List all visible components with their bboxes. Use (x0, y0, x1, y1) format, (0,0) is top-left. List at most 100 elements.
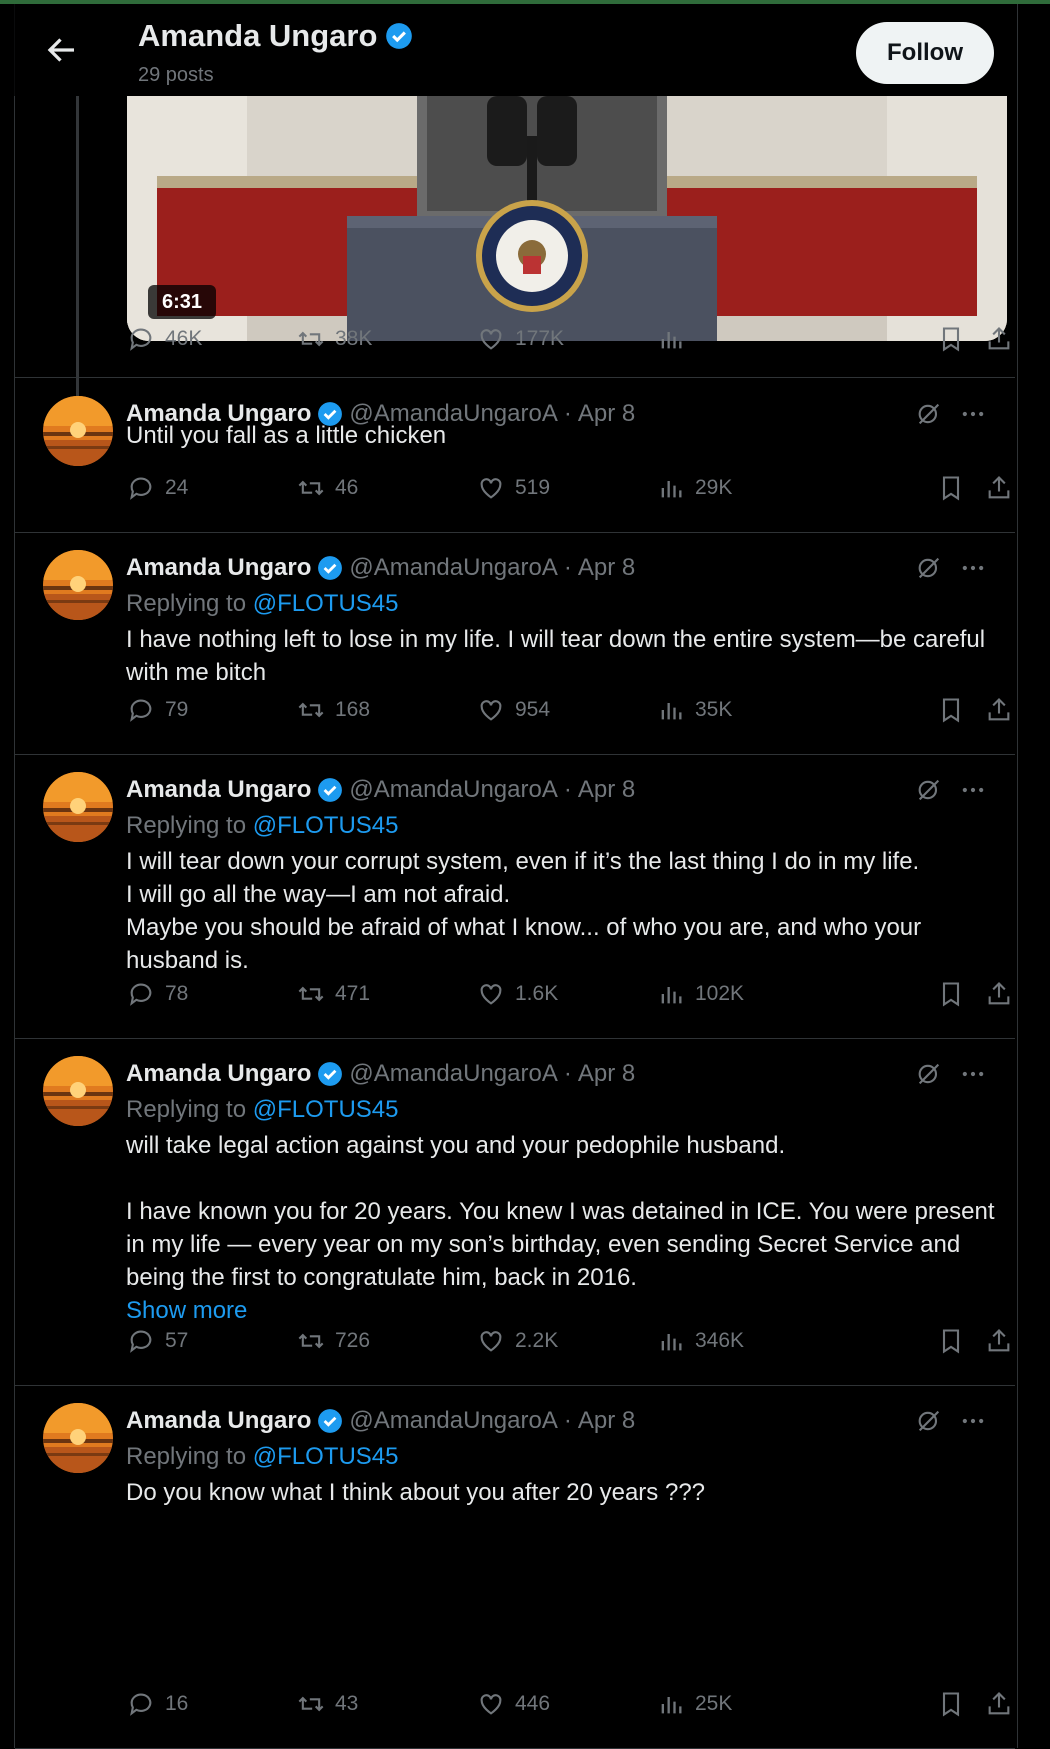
share-button[interactable] (985, 325, 1013, 353)
more-icon[interactable] (959, 554, 987, 582)
reply-button[interactable]: 46K (127, 325, 202, 353)
repost-button[interactable]: 43 (297, 1690, 358, 1718)
mention-link[interactable]: @FLOTUS45 (253, 590, 399, 617)
video-post-actions: 46K 38K 177K (127, 325, 1010, 365)
grok-icon[interactable] (915, 554, 943, 582)
repost-count: 38K (335, 327, 373, 350)
bookmark-button[interactable] (937, 474, 965, 502)
more-icon[interactable] (959, 1060, 987, 1088)
mention-link[interactable]: @FLOTUS45 (253, 812, 399, 839)
grok-icon[interactable] (915, 776, 943, 804)
share-button[interactable] (985, 696, 1013, 724)
replying-to: Replying to @FLOTUS45 (126, 590, 398, 618)
reply-button[interactable]: 79 (127, 696, 188, 724)
views-button[interactable] (657, 325, 685, 353)
like-button[interactable]: 2.2K (477, 1327, 558, 1355)
post-date[interactable]: Apr 8 (578, 554, 635, 582)
reply-icon (130, 983, 152, 1006)
avatar[interactable] (43, 1056, 113, 1126)
avatar-sunset-image (43, 1403, 113, 1473)
bookmark-button[interactable] (937, 980, 965, 1008)
bookmark-button[interactable] (937, 696, 965, 724)
show-more-link[interactable]: Show more (126, 1294, 996, 1327)
bookmark-button[interactable] (937, 325, 965, 353)
bookmark-button[interactable] (937, 1327, 965, 1355)
tweet[interactable]: Amanda Ungaro @AmandaUngaroA · Apr 8 Replyin… (15, 1038, 1015, 1386)
avatar[interactable] (43, 1403, 113, 1473)
reply-button[interactable]: 24 (127, 474, 188, 502)
reply-button[interactable]: 16 (127, 1690, 188, 1718)
tweet[interactable]: Amanda Ungaro @AmandaUngaroA · Apr 8 Replyin… (15, 1385, 1015, 1749)
share-icon (988, 327, 1010, 350)
like-button[interactable]: 954 (477, 696, 550, 724)
tweet[interactable]: Amanda Ungaro @AmandaUngaroA · Apr 8 Replyin… (15, 532, 1015, 755)
post-date[interactable]: Apr 8 (578, 776, 635, 804)
author-handle[interactable]: @AmandaUngaroA (349, 1407, 557, 1435)
avatar[interactable] (43, 550, 113, 620)
share-button[interactable] (985, 980, 1013, 1008)
like-button[interactable]: 177K (477, 325, 564, 353)
avatar-sunset-image (43, 772, 113, 842)
repost-button[interactable]: 471 (297, 980, 370, 1008)
tweet[interactable]: Amanda Ungaro @AmandaUngaroA · Apr 8 Until y… (15, 378, 1015, 533)
heart-icon (480, 329, 502, 350)
share-button[interactable] (985, 1690, 1013, 1718)
profile-name-row: Amanda Ungaro (138, 18, 413, 54)
repost-button[interactable]: 168 (297, 696, 370, 724)
tweet-tools (915, 554, 987, 582)
video-player[interactable] (127, 96, 1007, 341)
repost-button[interactable]: 46 (297, 474, 358, 502)
avatar-sunset-image (43, 1056, 113, 1126)
tweet-body: Do you know what I think about you after… (126, 1479, 706, 1506)
author-handle[interactable]: @AmandaUngaroA (349, 554, 557, 582)
tweet-actions: 57 726 2.2K 346K (127, 1327, 1010, 1367)
grok-icon[interactable] (915, 1407, 943, 1435)
grok-icon[interactable] (915, 1060, 943, 1088)
author-name[interactable]: Amanda Ungaro (126, 1407, 311, 1435)
views-button[interactable]: 346K (657, 1327, 744, 1355)
post-date[interactable]: Apr 8 (578, 1407, 635, 1435)
author-name[interactable]: Amanda Ungaro (126, 1060, 311, 1088)
views-button[interactable]: 35K (657, 696, 732, 724)
views-button[interactable]: 25K (657, 1690, 732, 1718)
reply-button[interactable]: 78 (127, 980, 188, 1008)
post-date[interactable]: Apr 8 (578, 1060, 635, 1088)
like-button[interactable]: 519 (477, 474, 550, 502)
avatar[interactable] (43, 772, 113, 842)
mention-link[interactable]: @FLOTUS45 (253, 1096, 399, 1123)
replying-to: Replying to @FLOTUS45 (126, 1096, 398, 1124)
profile-name: Amanda Ungaro (138, 18, 378, 53)
verified-badge-icon (318, 778, 343, 802)
avatar-sunset-image (43, 396, 113, 466)
repost-button[interactable]: 726 (297, 1327, 370, 1355)
author-name[interactable]: Amanda Ungaro (126, 776, 311, 804)
author-name[interactable]: Amanda Ungaro (126, 554, 311, 582)
arrow-left-icon[interactable] (44, 32, 80, 68)
views-icon (661, 703, 682, 720)
reply-button[interactable]: 57 (127, 1327, 188, 1355)
bookmark-button[interactable] (937, 1690, 965, 1718)
repost-button[interactable]: 38K (297, 325, 372, 353)
share-button[interactable] (985, 474, 1013, 502)
author-handle[interactable]: @AmandaUngaroA (349, 776, 557, 804)
more-icon[interactable] (959, 1407, 987, 1435)
avatar[interactable] (43, 396, 113, 466)
replying-to-label: Replying to (126, 1096, 247, 1123)
views-button[interactable]: 102K (657, 980, 744, 1008)
tweet[interactable]: Amanda Ungaro @AmandaUngaroA · Apr 8 Replyin… (15, 754, 1015, 1039)
tweet-actions: 24 46 519 29K (127, 474, 1010, 514)
bookmark-icon (942, 698, 960, 723)
view-count: 346K (695, 1329, 745, 1352)
tweet-tools (915, 1407, 987, 1435)
like-button[interactable]: 446 (477, 1690, 550, 1718)
author-handle[interactable]: @AmandaUngaroA (349, 1060, 557, 1088)
separator-dot: · (563, 776, 572, 803)
like-button[interactable]: 1.6K (477, 980, 558, 1008)
views-button[interactable]: 29K (657, 474, 732, 502)
more-icon[interactable] (959, 776, 987, 804)
share-button[interactable] (985, 1327, 1013, 1355)
mention-link[interactable]: @FLOTUS45 (253, 1443, 399, 1470)
follow-button[interactable]: Follow (856, 22, 994, 84)
share-icon (988, 476, 1010, 499)
views-icon (661, 987, 682, 1004)
